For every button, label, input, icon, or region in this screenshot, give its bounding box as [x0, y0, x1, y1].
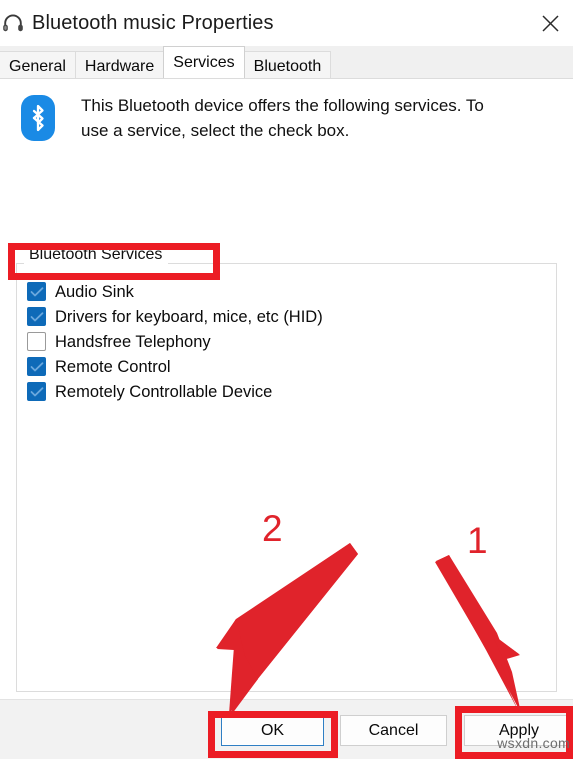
- service-label: Audio Sink: [55, 282, 134, 301]
- ok-button[interactable]: OK: [221, 715, 324, 746]
- tab-services[interactable]: Services: [163, 46, 245, 78]
- page-title: Bluetooth music Properties: [32, 11, 274, 34]
- service-label: Remotely Controllable Device: [55, 382, 273, 401]
- bluetooth-icon: [21, 95, 55, 141]
- tab-hardware[interactable]: Hardware: [74, 51, 165, 78]
- apply-button[interactable]: Apply: [464, 715, 573, 746]
- headphones-icon: [2, 12, 24, 34]
- service-label: Drivers for keyboard, mice, etc (HID): [55, 307, 323, 326]
- checkbox-checked-icon[interactable]: [27, 282, 46, 301]
- list-item[interactable]: Handsfree Telephony: [17, 329, 556, 354]
- list-item[interactable]: Remote Control: [17, 354, 556, 379]
- list-item[interactable]: Audio Sink: [17, 279, 556, 304]
- checkbox-checked-icon[interactable]: [27, 307, 46, 326]
- dialog-footer: OK Cancel Apply: [0, 699, 573, 759]
- services-tab-panel: This Bluetooth device offers the followi…: [0, 79, 573, 699]
- tab-strip: General Hardware Services Bluetooth: [0, 46, 573, 79]
- intro-block: This Bluetooth device offers the followi…: [0, 79, 573, 143]
- tab-general[interactable]: General: [0, 51, 76, 78]
- close-icon[interactable]: [527, 0, 573, 46]
- service-label: Remote Control: [55, 357, 171, 376]
- list-item[interactable]: Remotely Controllable Device: [17, 379, 556, 404]
- cancel-button[interactable]: Cancel: [340, 715, 447, 746]
- title-bar: Bluetooth music Properties: [0, 0, 573, 46]
- group-label: Bluetooth Services: [24, 245, 169, 265]
- intro-text: This Bluetooth device offers the followi…: [81, 96, 484, 140]
- services-list[interactable]: Audio Sink Drivers for keyboard, mice, e…: [17, 264, 556, 691]
- properties-dialog: Bluetooth music Properties General Hardw…: [0, 0, 573, 759]
- checkbox-checked-icon[interactable]: [27, 357, 46, 376]
- checkbox-checked-icon[interactable]: [27, 382, 46, 401]
- tab-bluetooth[interactable]: Bluetooth: [243, 51, 332, 78]
- checkbox-unchecked-icon[interactable]: [27, 332, 46, 351]
- list-item[interactable]: Drivers for keyboard, mice, etc (HID): [17, 304, 556, 329]
- service-label: Handsfree Telephony: [55, 332, 211, 351]
